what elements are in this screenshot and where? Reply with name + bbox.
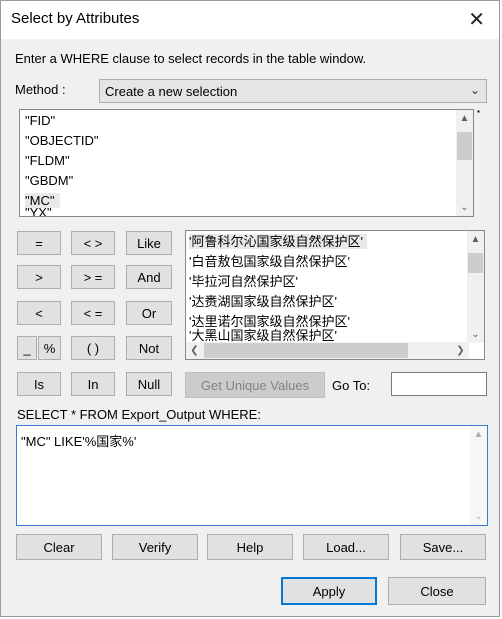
field-list[interactable]: "FID" "OBJECTID" "FLDM" "GBDM" "MC" "YX"… xyxy=(19,109,474,217)
list-item[interactable]: '毕拉河自然保护区' xyxy=(186,272,469,292)
expression-textarea[interactable]: "MC" LIKE'%国家%' ▲ ⌄ xyxy=(16,425,488,526)
method-value: Create a new selection xyxy=(105,84,238,99)
chevron-left-icon[interactable]: ❮ xyxy=(186,342,203,359)
list-item[interactable]: '达赉湖国家级自然保护区' xyxy=(186,292,469,312)
and-button[interactable]: And xyxy=(126,265,172,289)
expression-text: "MC" LIKE'%国家%' xyxy=(21,434,137,449)
chevron-down-icon[interactable]: ⌄ xyxy=(470,508,487,525)
chevron-down-icon: ⌄ xyxy=(469,83,480,97)
list-item[interactable]: "FLDM" xyxy=(20,151,473,171)
close-window-icon[interactable]: ✕ xyxy=(468,7,485,32)
instruction-text: Enter a WHERE clause to select records i… xyxy=(15,51,367,66)
less-equal-button[interactable]: < = xyxy=(71,301,115,325)
chevron-down-icon[interactable]: ⌄ xyxy=(467,326,484,343)
parentheses-button[interactable]: ( ) xyxy=(71,336,115,360)
list-item[interactable]: "YX" xyxy=(20,203,473,216)
unique-values-list[interactable]: '阿鲁科尔沁国家级自然保护区' '白音敖包国家级自然保护区' '毕拉河自然保护区… xyxy=(185,230,485,360)
title-bar: Select by Attributes ✕ xyxy=(1,1,499,39)
method-label: Method : xyxy=(15,82,66,97)
triangle-up-icon[interactable]: ▲ xyxy=(467,231,484,248)
scroll-thumb[interactable] xyxy=(457,132,472,160)
list-item[interactable]: '白音敖包国家级自然保护区' xyxy=(186,252,469,272)
resize-marker: ▪ xyxy=(477,107,480,116)
close-button[interactable]: Close xyxy=(388,577,486,605)
verify-button[interactable]: Verify xyxy=(112,534,198,560)
chevron-down-icon[interactable]: ⌄ xyxy=(456,199,473,216)
in-button[interactable]: In xyxy=(71,372,115,396)
greater-than-button[interactable]: > xyxy=(17,265,61,289)
triangle-up-icon[interactable]: ▲ xyxy=(470,426,487,443)
percent-button[interactable]: % xyxy=(38,336,61,360)
goto-input[interactable] xyxy=(391,372,487,396)
values-vertical-scrollbar[interactable]: ▲ ⌄ xyxy=(467,231,484,343)
field-list-scrollbar[interactable]: ▲ ⌄ xyxy=(456,110,473,216)
list-item-selected[interactable]: '阿鲁科尔沁国家级自然保护区' xyxy=(189,234,367,249)
window-title: Select by Attributes xyxy=(11,10,140,27)
less-than-button[interactable]: < xyxy=(17,301,61,325)
equals-button[interactable]: = xyxy=(17,231,61,255)
is-button[interactable]: Is xyxy=(17,372,61,396)
not-button[interactable]: Not xyxy=(126,336,172,360)
goto-label: Go To: xyxy=(332,378,371,393)
help-button[interactable]: Help xyxy=(207,534,293,560)
greater-equal-button[interactable]: > = xyxy=(71,265,115,289)
scroll-thumb[interactable] xyxy=(204,343,408,358)
underscore-button[interactable]: _ xyxy=(17,336,37,360)
select-clause-label: SELECT * FROM Export_Output WHERE: xyxy=(17,407,261,422)
scroll-thumb[interactable] xyxy=(468,253,483,273)
list-item[interactable]: "FID" xyxy=(20,111,473,131)
load-button[interactable]: Load... xyxy=(303,534,389,560)
or-button[interactable]: Or xyxy=(126,301,172,325)
triangle-up-icon[interactable]: ▲ xyxy=(456,110,473,127)
values-horizontal-scrollbar[interactable]: ❮ ❯ xyxy=(186,342,469,359)
select-by-attributes-dialog: Select by Attributes ✕ Enter a WHERE cla… xyxy=(0,0,500,617)
chevron-right-icon[interactable]: ❯ xyxy=(452,342,469,359)
apply-button[interactable]: Apply xyxy=(281,577,377,605)
null-button[interactable]: Null xyxy=(126,372,172,396)
list-item[interactable]: "OBJECTID" xyxy=(20,131,473,151)
expression-scrollbar[interactable]: ▲ ⌄ xyxy=(470,426,487,525)
list-item[interactable]: "GBDM" xyxy=(20,171,473,191)
save-button[interactable]: Save... xyxy=(400,534,486,560)
method-dropdown[interactable]: Create a new selection ⌄ xyxy=(99,79,487,103)
clear-button[interactable]: Clear xyxy=(16,534,102,560)
like-button[interactable]: Like xyxy=(126,231,172,255)
get-unique-values-button[interactable]: Get Unique Values xyxy=(185,372,325,398)
not-equal-button[interactable]: < > xyxy=(71,231,115,255)
